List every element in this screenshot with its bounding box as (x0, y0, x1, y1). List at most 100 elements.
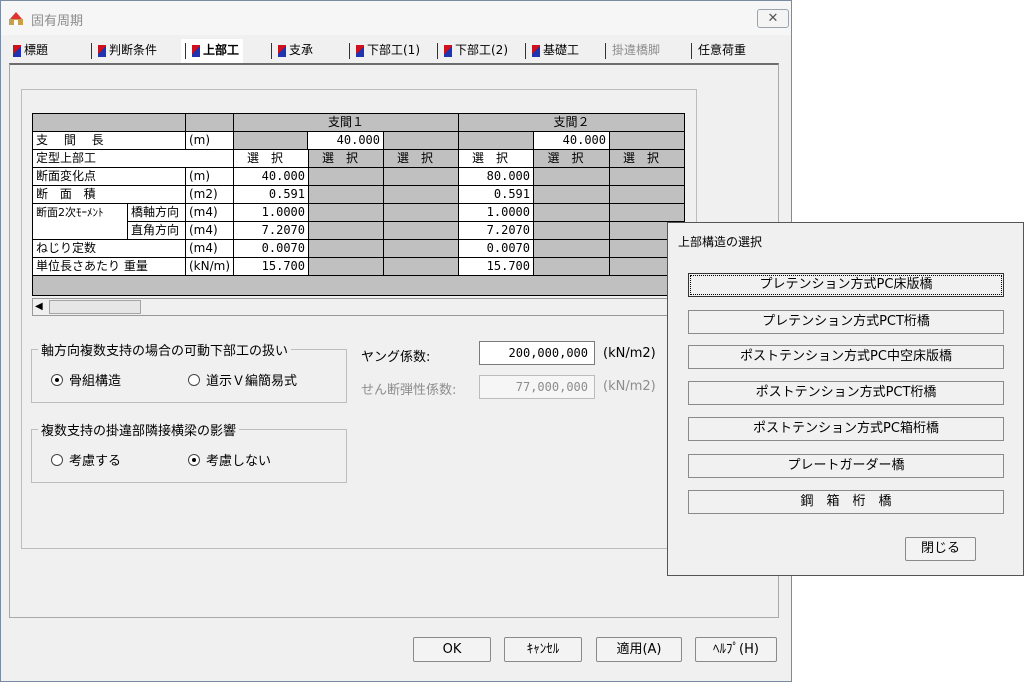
radio-selected-icon (51, 374, 63, 386)
span1-section-change-cell[interactable]: 40.000 (234, 168, 309, 186)
span2-area-cell[interactable]: 0.591 (459, 186, 534, 204)
span1-moment-perp-cell[interactable]: 7.2070 (234, 222, 309, 240)
option-pretension-pc-slab[interactable]: プレテンション方式PC床版橋 (688, 273, 1004, 297)
flag-icon (356, 44, 364, 57)
apply-button[interactable]: 適用(A) (596, 637, 682, 662)
span1-moment-long-cell[interactable]: 1.0000 (234, 204, 309, 222)
row-unit: (kN/m) (186, 258, 234, 276)
tab-bar: 標題 判断条件 上部工 支承 下部工(1) 下部工(2) 基礎工 掛違橋脚 任意… (9, 39, 784, 63)
span2-moment-long-cell[interactable]: 1.0000 (459, 204, 534, 222)
row-label-torsion: ねじり定数 (33, 240, 186, 258)
dialog-close-button[interactable]: 閉じる (905, 537, 976, 561)
tab-offset-pier[interactable]: 掛違橋脚 (605, 39, 660, 63)
span2-moment-perp-cell[interactable]: 7.2070 (459, 222, 534, 240)
grid-cell (534, 258, 610, 276)
title-bar: 固有周期 ✕ (1, 1, 791, 35)
superstructure-dialog-title: 上部構造の選択 (678, 235, 763, 249)
tab-separator (349, 42, 350, 59)
radio-simplified-formula[interactable]: 道示Ｖ編簡易式 (188, 370, 297, 389)
select-cell[interactable]: 選択 (384, 150, 459, 168)
window-title: 固有周期 (31, 14, 84, 29)
option-steel-box-girder[interactable]: 鋼 箱 桁 橋 (688, 490, 1004, 514)
tab-foundation[interactable]: 基礎工 (525, 39, 579, 63)
row-unit: (m2) (186, 186, 234, 204)
row-unit: (m4) (186, 204, 234, 222)
tab-separator (271, 42, 272, 59)
flag-icon (192, 44, 200, 57)
option-posttension-box-girder[interactable]: ポストテンション方式PC箱桁橋 (688, 417, 1004, 441)
select-cell[interactable]: 選択 (534, 150, 610, 168)
radio-consider[interactable]: 考慮する (51, 450, 121, 469)
span1-torsion-cell[interactable]: 0.0070 (234, 240, 309, 258)
span2-length-cell[interactable]: 40.000 (534, 132, 610, 150)
shear-modulus-input[interactable]: 77,000,000 (479, 375, 595, 399)
grid-cell (384, 186, 459, 204)
radio-empty-icon (188, 374, 200, 386)
grid-cell (534, 204, 610, 222)
radio-selected-icon (188, 454, 200, 466)
grid-cell (384, 204, 459, 222)
tab-optional-load[interactable]: 任意荷重 (691, 39, 746, 63)
row-unit: (m4) (186, 240, 234, 258)
grid-cell (384, 168, 459, 186)
radio-frame-structure[interactable]: 骨組構造 (51, 370, 121, 389)
span2-torsion-cell[interactable]: 0.0070 (459, 240, 534, 258)
grid-corner-unit (186, 114, 234, 132)
ok-button[interactable]: OK (413, 637, 491, 662)
grid-cell (534, 186, 610, 204)
tab-judgement[interactable]: 判断条件 (91, 39, 157, 63)
tab-superstructure[interactable]: 上部工 (181, 39, 244, 63)
tab-substructure-1[interactable]: 下部工(1) (349, 39, 420, 63)
select-cell[interactable]: 選択 (234, 150, 309, 168)
select-cell[interactable]: 選択 (309, 150, 384, 168)
row-label-moment: 断面2次ﾓｰﾒﾝﾄ (33, 204, 128, 240)
span1-area-cell[interactable]: 0.591 (234, 186, 309, 204)
span2-unit-weight-cell[interactable]: 15.700 (459, 258, 534, 276)
radio-empty-icon (51, 454, 63, 466)
row-label-unit-weight: 単位長さあたり 重量 (33, 258, 186, 276)
grid-cell (384, 222, 459, 240)
tab-substructure-2[interactable]: 下部工(2) (437, 39, 508, 63)
flag-icon (13, 44, 21, 57)
tab-separator (605, 42, 606, 59)
grid-cell (309, 204, 384, 222)
option-posttension-hollow-slab[interactable]: ポストテンション方式PC中空床版橋 (688, 345, 1004, 369)
tab-bearing[interactable]: 支承 (271, 39, 313, 63)
grid-cell (309, 222, 384, 240)
row-label-section-change: 断面変化点 (33, 168, 186, 186)
grid-cell (384, 240, 459, 258)
span-grid: 支間１ 支間２ 支 間 長 (m) 40.000 40.000 定型上部工 選択… (32, 113, 685, 296)
grid-cell (234, 132, 308, 150)
row-unit: (m) (186, 168, 234, 186)
superstructure-select-dialog: 上部構造の選択 プレテンション方式PC床版橋 プレテンション方式PCT桁橋 ポス… (667, 222, 1024, 576)
help-button[interactable]: ﾍﾙﾌﾟ(H) (695, 637, 777, 662)
select-cell[interactable]: 選択 (610, 150, 685, 168)
flag-icon (532, 44, 540, 57)
select-cell[interactable]: 選択 (459, 150, 534, 168)
grid-horizontal-scrollbar[interactable]: ◀ (32, 298, 685, 316)
option-pretension-pct-girder[interactable]: プレテンション方式PCT桁橋 (688, 310, 1004, 334)
tab-title[interactable]: 標題 (13, 39, 48, 63)
radio-not-consider[interactable]: 考慮しない (188, 450, 271, 469)
young-modulus-unit: (kN/m2) (603, 346, 656, 361)
option-plate-girder[interactable]: プレートガーダー橋 (688, 454, 1004, 478)
grid-cell (309, 240, 384, 258)
beam-effect-group-title: 複数支持の掛違部隣接横梁の影響 (38, 420, 240, 439)
flag-icon (98, 44, 106, 57)
row-label-span-length: 支 間 長 (33, 132, 186, 150)
grid-cell (384, 132, 459, 150)
span2-section-change-cell[interactable]: 80.000 (459, 168, 534, 186)
close-button[interactable]: ✕ (757, 9, 789, 28)
row-label-area: 断 面 積 (33, 186, 186, 204)
scroll-left-icon[interactable]: ◀ (35, 301, 43, 312)
span1-length-cell[interactable]: 40.000 (308, 132, 384, 150)
grid-cell (309, 258, 384, 276)
grid-cell (309, 168, 384, 186)
tab-separator (91, 42, 92, 59)
option-posttension-pct-girder[interactable]: ポストテンション方式PCT桁橋 (688, 381, 1004, 405)
shear-modulus-unit: (kN/m2) (603, 379, 656, 394)
span1-unit-weight-cell[interactable]: 15.700 (234, 258, 309, 276)
young-modulus-input[interactable]: 200,000,000 (479, 341, 595, 365)
cancel-button[interactable]: ｷｬﾝｾﾙ (504, 637, 582, 662)
scroll-thumb[interactable] (49, 300, 141, 314)
